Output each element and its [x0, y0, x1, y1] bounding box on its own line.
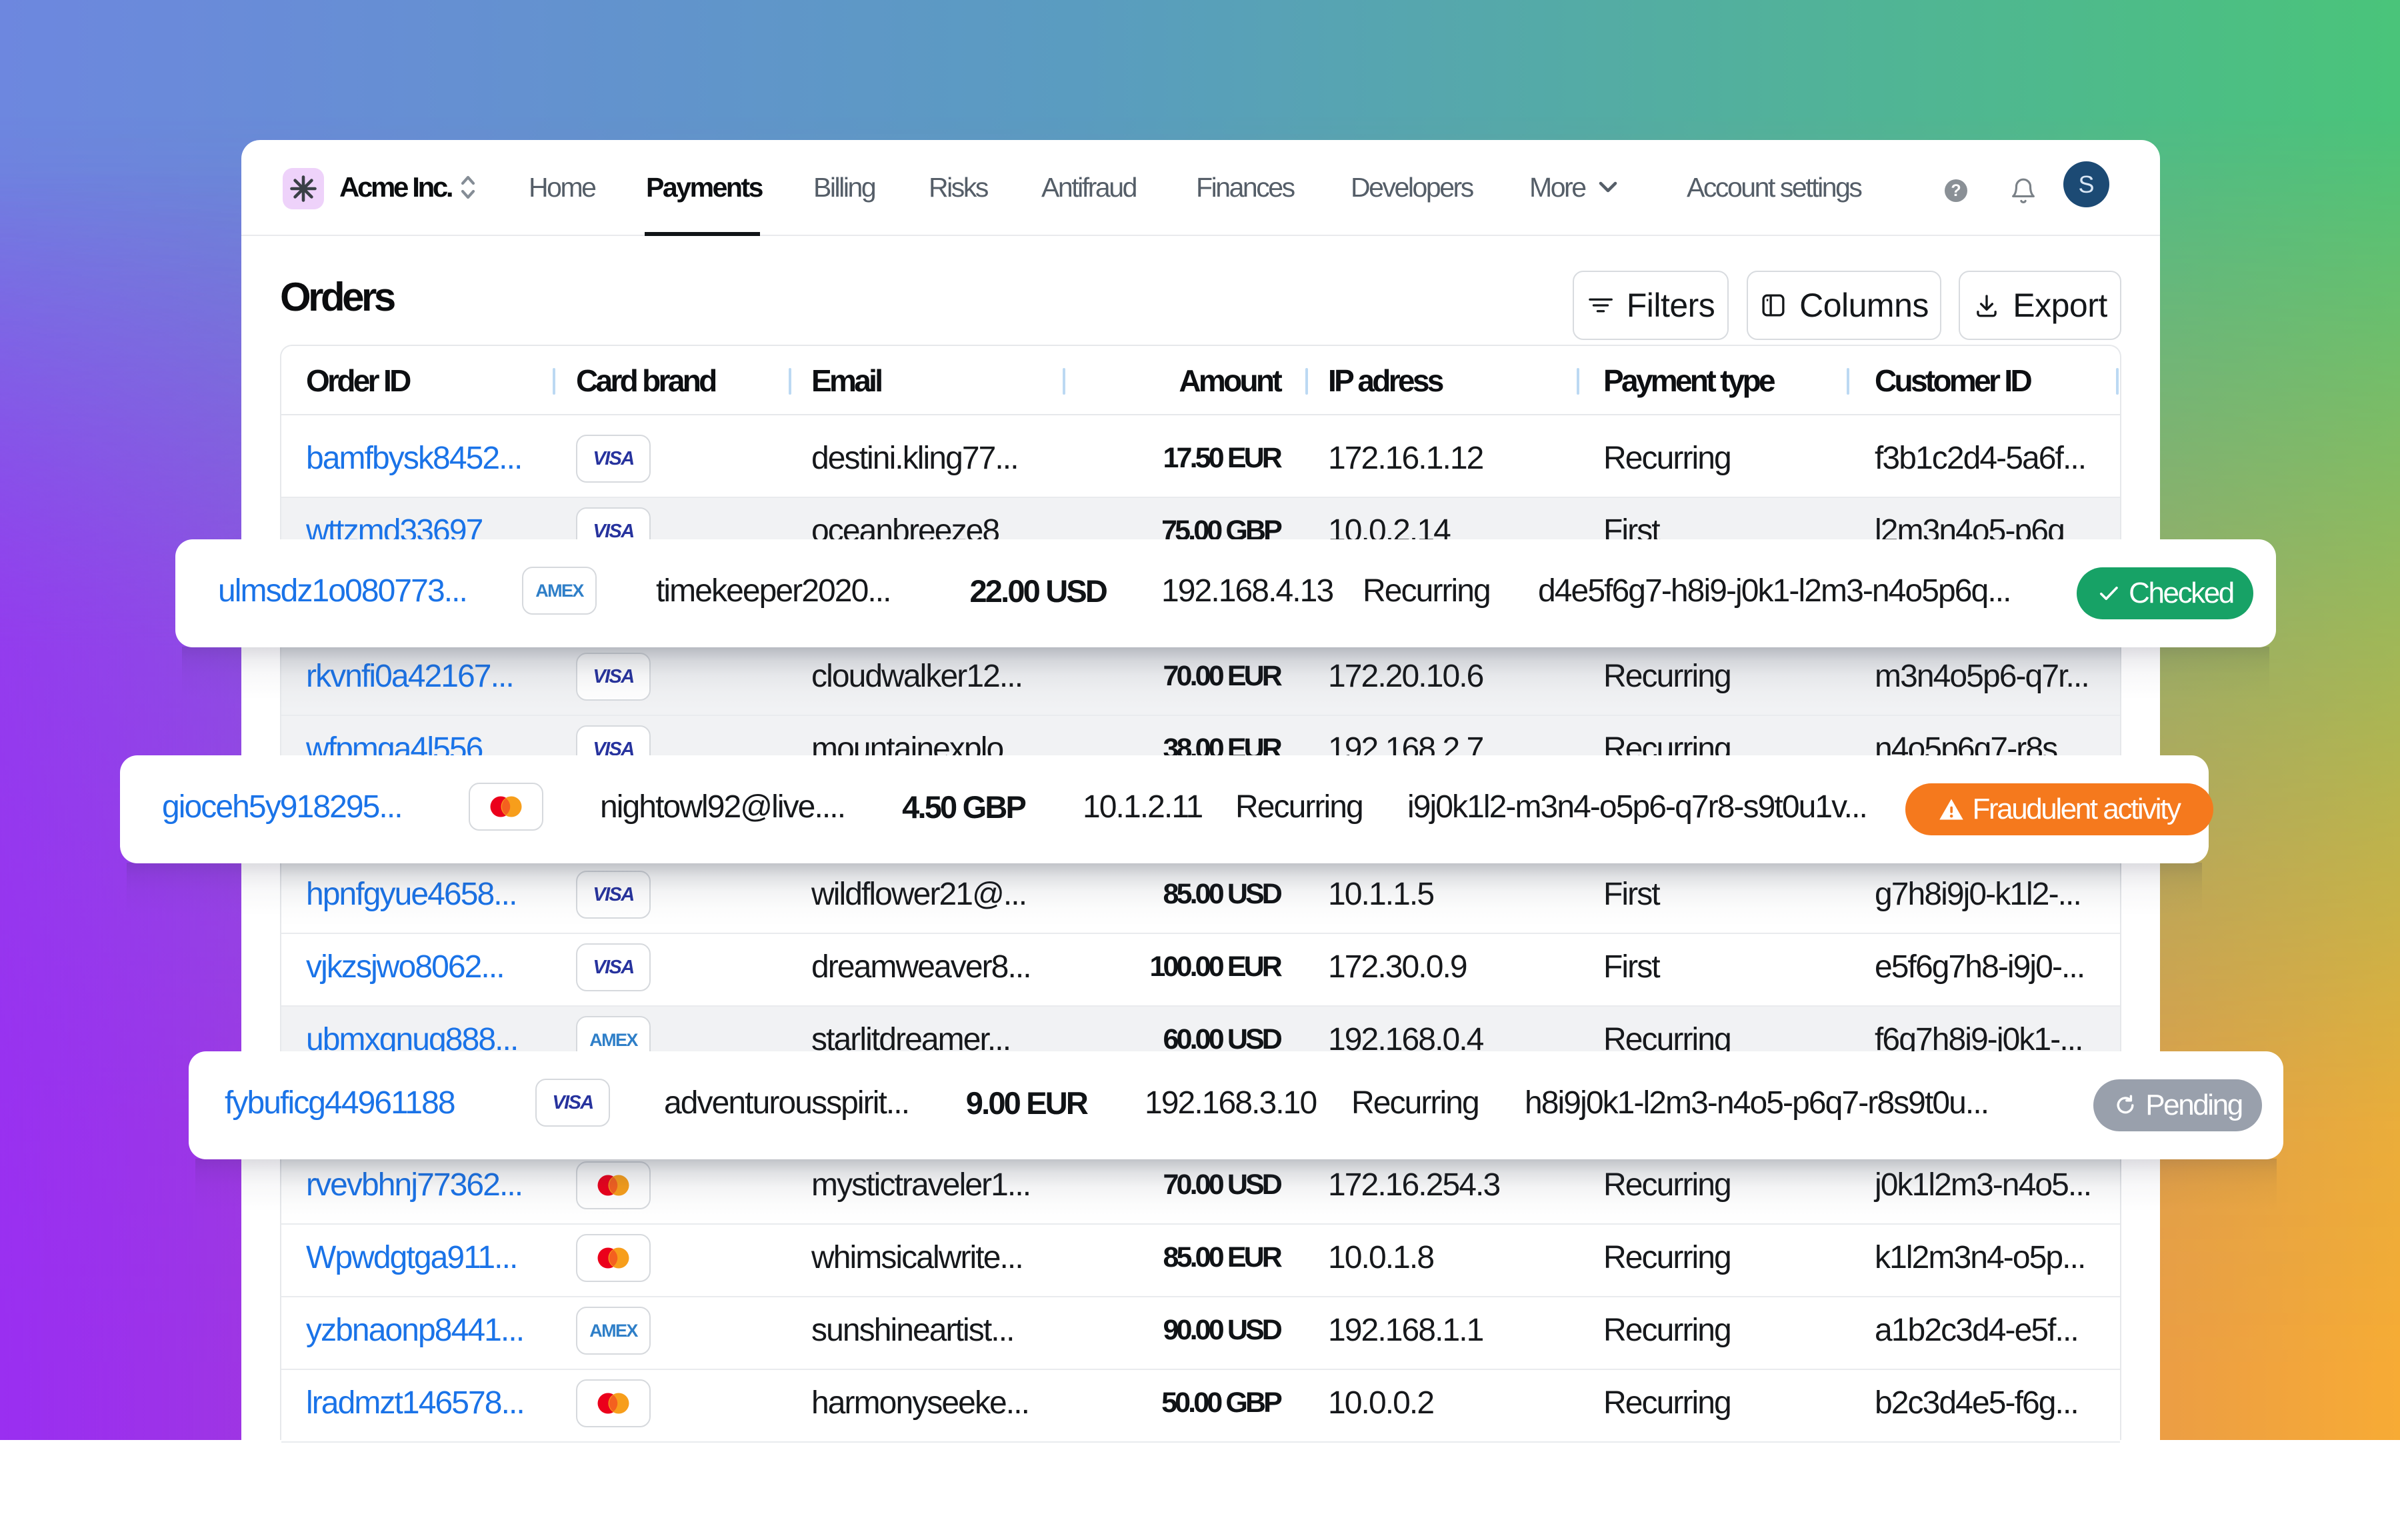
svg-text:VISA: VISA	[593, 449, 633, 469]
svg-text:VISA: VISA	[593, 957, 633, 977]
svg-text:AMEX: AMEX	[589, 1321, 638, 1341]
svg-text:VISA: VISA	[593, 521, 633, 541]
svg-text:AMEX: AMEX	[535, 581, 584, 601]
svg-text:AMEX: AMEX	[589, 1030, 638, 1050]
svg-text:VISA: VISA	[552, 1093, 593, 1113]
